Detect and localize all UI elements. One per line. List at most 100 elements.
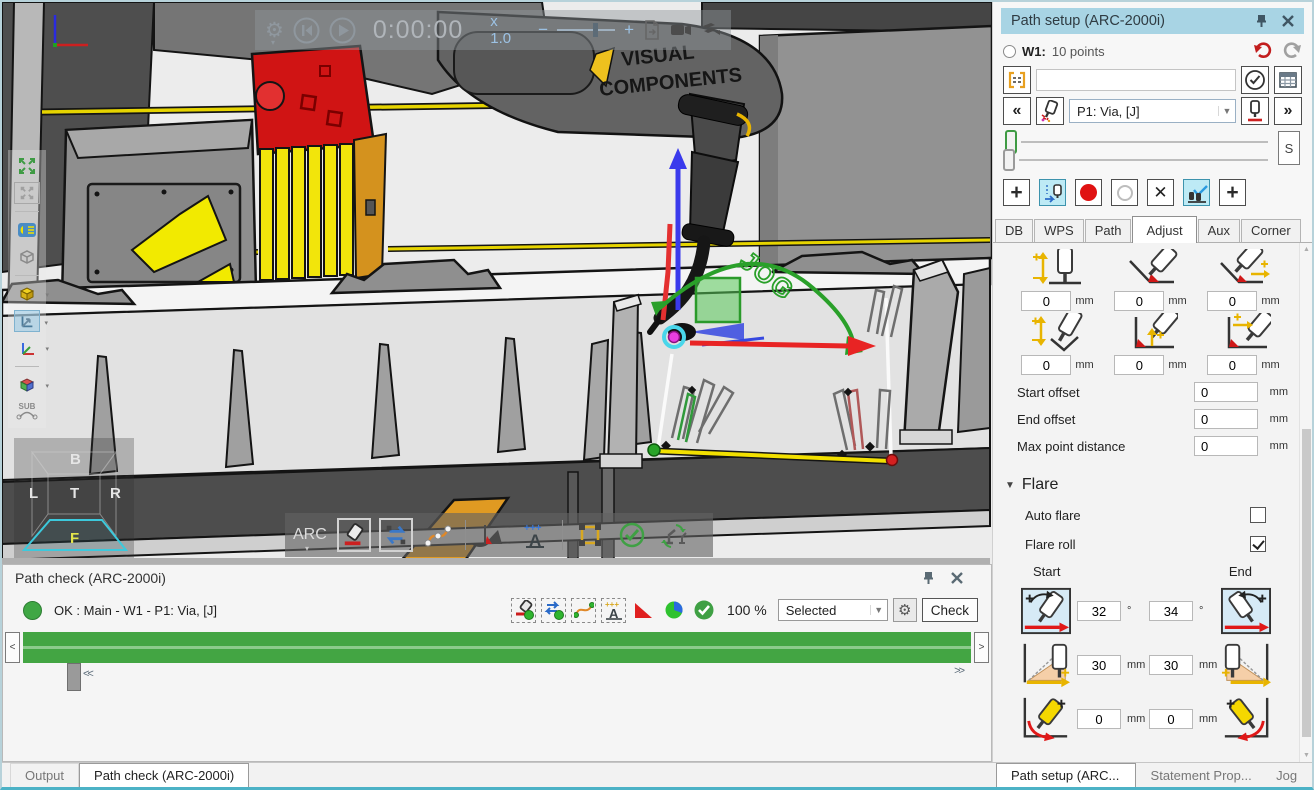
gizmo-plane-handle[interactable] [696,278,740,322]
close-icon[interactable] [951,572,963,584]
3d-viewport[interactable]: VISUAL COMPONENTS [2,2,992,564]
tab-path-check[interactable]: Path check (ARC-2000i) [79,763,249,787]
offset-input[interactable] [1207,291,1257,311]
weld-end-point[interactable] [887,455,898,466]
arc-menu[interactable]: ARC▾ [293,526,329,544]
arc-select-frame-button[interactable] [573,518,607,552]
speed-slider[interactable] [557,23,615,37]
verify-points-button[interactable] [1183,179,1210,206]
teach-point-button[interactable] [1039,179,1066,206]
sub-curve-tool-button[interactable]: SUB [14,401,40,423]
flare-end-angle-input[interactable] [1149,601,1193,621]
skip-to-start-button[interactable] [293,17,320,44]
pin-icon[interactable] [1255,14,1268,28]
scroll-down-icon[interactable]: ▼ [1300,752,1312,759]
tab-aux[interactable]: Aux [1198,219,1240,242]
speed-decrease-button[interactable]: − [538,20,548,40]
redo-icon[interactable] [1283,41,1302,62]
scrollbar-thumb[interactable] [1302,429,1311,737]
record-video-icon[interactable] [670,22,692,38]
arc-swap-tool-button[interactable] [379,518,413,552]
tab-jog[interactable]: Jog [1261,763,1312,787]
flare-end-roll-input[interactable] [1149,709,1193,729]
show-statistics-icon[interactable] [661,598,686,623]
snap-button[interactable]: S [1278,131,1300,165]
view-options-icon[interactable] [701,22,721,38]
check-scope-select[interactable]: Selected▼ [778,599,888,621]
move-mode-button[interactable]: ▾ [14,283,40,305]
check-result-bar[interactable] [23,632,971,663]
offset-input[interactable] [1114,291,1164,311]
record-button[interactable] [1075,179,1102,206]
statement-filter-input[interactable] [1036,69,1236,91]
gizmo-axis-red-arrow[interactable] [690,343,848,346]
snap-mode-button[interactable]: ▾ [14,374,40,396]
offset-input[interactable] [1114,355,1164,375]
add-point-after-button[interactable]: + [1219,179,1246,206]
offset-input[interactable] [1021,291,1071,311]
tab-statement-properties[interactable]: Statement Prop... [1136,763,1262,787]
flare-start-roll-input[interactable] [1077,709,1121,729]
arc-path-points-button[interactable] [421,518,455,552]
apply-button[interactable] [1241,66,1269,94]
pin-icon[interactable] [922,571,935,585]
coordinates-mode-button[interactable]: ▾ [14,310,40,332]
point-select[interactable]: P1: Via, [J]▼ [1069,99,1236,123]
simulation-settings-icon[interactable]: ⚙▾ [265,20,284,41]
next-point-button[interactable]: » [1274,97,1302,125]
nav-cube[interactable]: B L T R F [14,438,134,558]
max-point-distance-input[interactable] [1194,436,1258,456]
align-statement-button[interactable] [1003,66,1031,94]
frame-mode-button[interactable]: ▾ [14,337,40,359]
tab-db[interactable]: DB [995,219,1033,242]
arc-annotation-button[interactable]: +++A [518,518,552,552]
offset-input[interactable] [1207,355,1257,375]
speed-increase-button[interactable]: + [624,20,634,40]
tab-adjust[interactable]: Adjust [1132,216,1196,243]
geometry-mode-icon[interactable] [14,246,40,268]
end-offset-input[interactable] [1194,409,1258,429]
fit-view-button[interactable] [14,155,40,177]
panel-scrollbar[interactable]: ▲ ▼ [1299,243,1312,762]
undo-icon[interactable] [1253,41,1272,62]
tab-output[interactable]: Output [10,763,79,787]
move-to-point-button[interactable] [1241,97,1269,125]
scroll-up-icon[interactable]: ▲ [1300,246,1312,253]
arc-weld-cone-button[interactable] [476,518,510,552]
check-path-icon[interactable] [571,598,596,623]
nav-cube-back[interactable]: B [70,451,81,468]
flare-start-length-input[interactable] [1077,655,1121,675]
statement-list-button[interactable] [1274,66,1302,94]
speed-slider-handle[interactable] [593,23,598,37]
add-point-before-button[interactable]: + [1003,179,1030,206]
play-button[interactable] [329,17,356,44]
nav-cube-left[interactable]: L [29,485,38,502]
start-offset-input[interactable] [1194,382,1258,402]
check-annotation-icon[interactable]: +++A [601,598,626,623]
weld-start-point[interactable] [648,444,660,456]
arc-robot-swap-button[interactable] [657,518,691,552]
tab-wps[interactable]: WPS [1034,219,1084,242]
check-swap-icon[interactable] [541,598,566,623]
slider-handle-2[interactable] [1003,149,1015,171]
tab-corner[interactable]: Corner [1241,219,1301,242]
render-mode-button[interactable] [14,219,40,241]
slider-track-2[interactable] [1019,159,1268,161]
flare-section-header[interactable]: ▼ Flare [1005,476,1296,494]
fill-view-button[interactable] [14,182,40,204]
check-button[interactable]: Check [922,598,978,622]
nav-cube-right[interactable]: R [110,485,121,502]
tab-path-setup[interactable]: Path setup (ARC... [996,763,1136,787]
delete-point-button[interactable]: ✕ [1147,179,1174,206]
arc-weld-tool-button[interactable] [337,518,371,552]
previous-point-button[interactable]: « [1003,97,1031,125]
export-pdf-icon[interactable] [643,20,661,40]
check-settings-button[interactable]: ⚙ [893,598,917,622]
statement-radio[interactable] [1003,45,1016,58]
nav-cube-top[interactable]: T [70,485,79,502]
scroll-right-button[interactable]: > [974,632,989,663]
slider-track-1[interactable] [1021,141,1268,143]
check-collision-icon[interactable] [511,598,536,623]
auto-flare-checkbox[interactable] [1250,507,1266,523]
scroll-left-button[interactable]: < [5,632,20,663]
